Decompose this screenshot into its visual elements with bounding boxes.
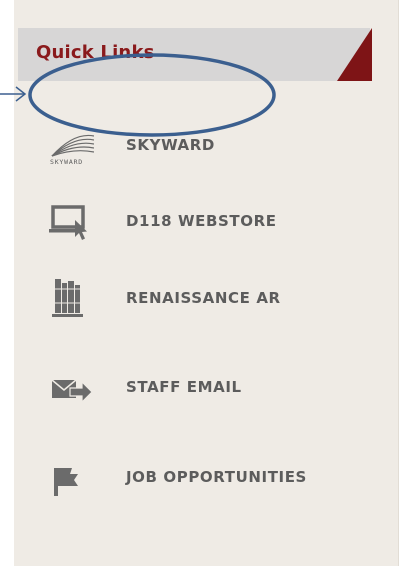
quick-link-skyward[interactable]: SKYWARD SKYWARD <box>14 124 384 172</box>
quick-link-job-opportunities[interactable]: JOB OPPORTUNITIES <box>14 456 384 504</box>
skyward-logo-text: SKYWARD <box>50 158 83 166</box>
flag-icon <box>54 468 78 496</box>
quick-link-label[interactable]: JOB OPPORTUNITIES <box>126 468 307 486</box>
quick-link-staff-email[interactable]: STAFF EMAIL <box>14 366 384 414</box>
skyward-logo-icon: SKYWARD <box>50 134 94 166</box>
books-icon <box>52 279 83 317</box>
email-send-icon <box>51 379 93 404</box>
quick-link-label[interactable]: SKYWARD <box>126 136 215 154</box>
quick-link-label[interactable]: RENAISSANCE AR <box>126 289 281 307</box>
quick-links-title: Quick Links <box>36 42 155 63</box>
quick-link-webstore[interactable]: D118 WEBSTORE <box>14 200 384 248</box>
computer-cursor-icon <box>49 205 87 240</box>
quick-link-renaissance[interactable]: RENAISSANCE AR <box>14 277 384 325</box>
quick-link-label[interactable]: D118 WEBSTORE <box>126 212 277 230</box>
quick-link-label[interactable]: STAFF EMAIL <box>126 378 242 396</box>
